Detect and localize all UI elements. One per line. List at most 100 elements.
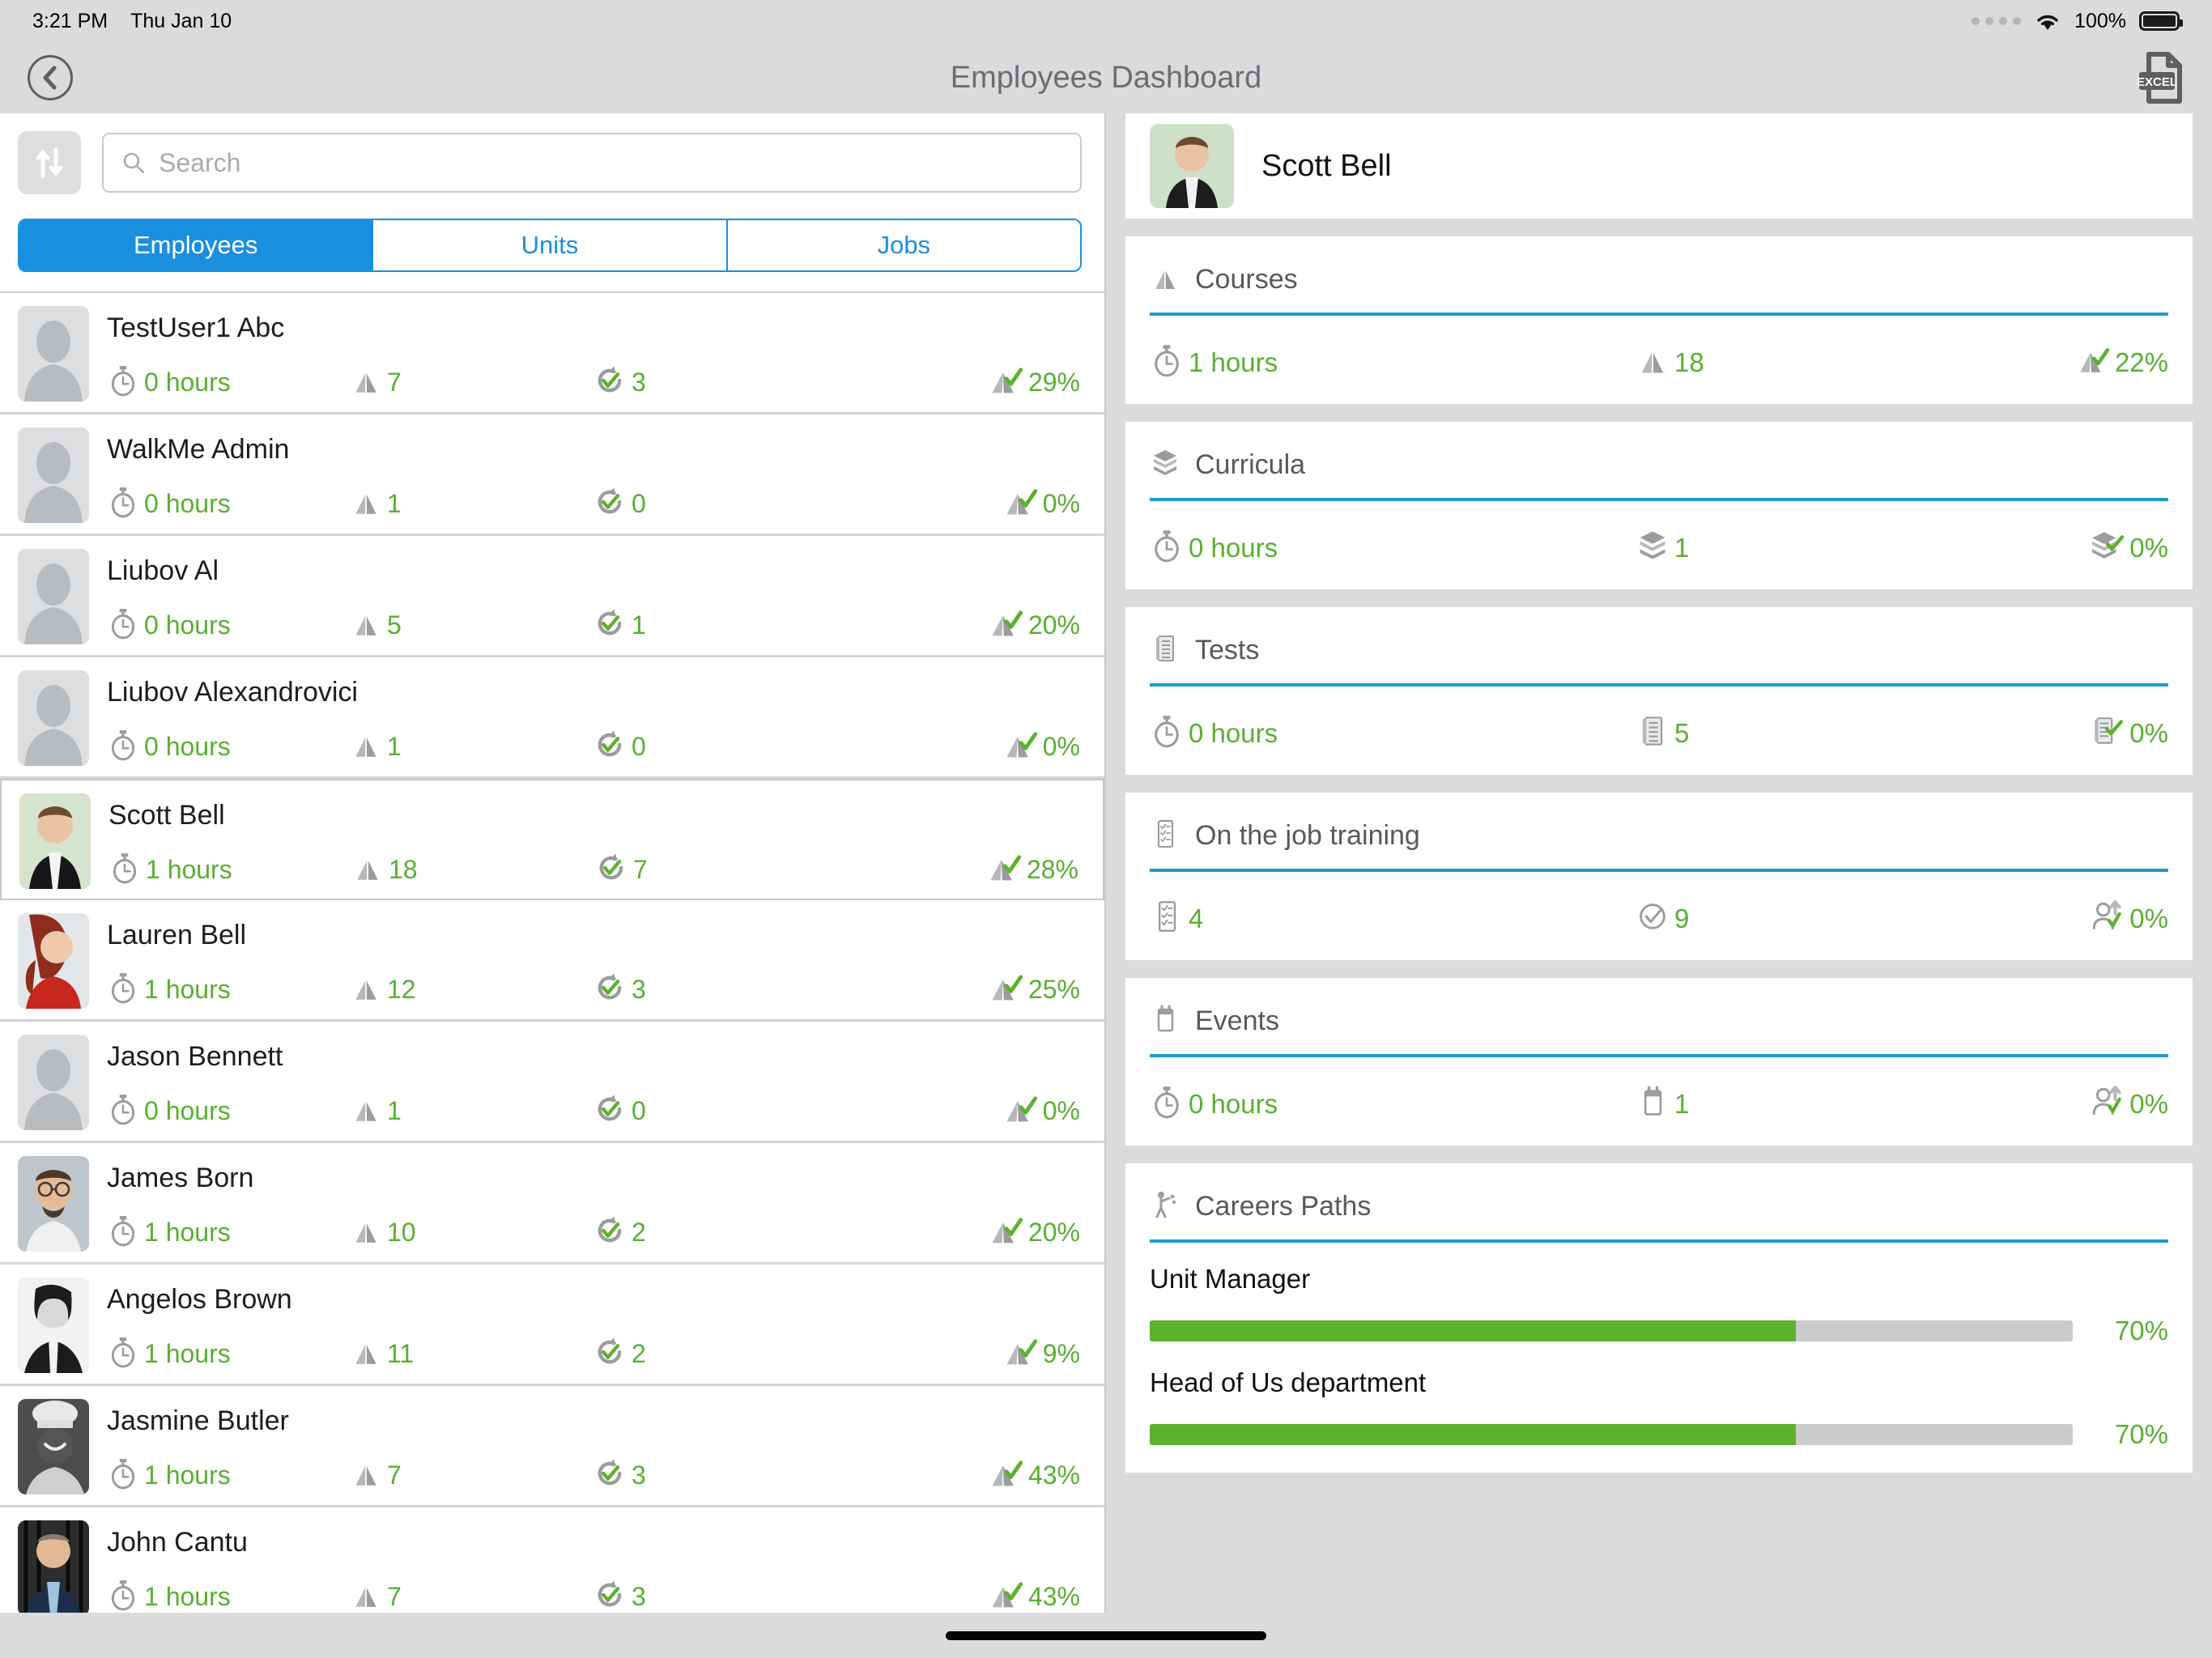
table-row[interactable]: TestUser1 Abc 0 hours 7 3 29%: [0, 293, 1104, 414]
tab-employees[interactable]: Employees: [19, 220, 374, 270]
stat-progress-value: 43%: [1027, 1460, 1080, 1490]
refresh-check-icon: [593, 363, 627, 402]
stat-completed-value: 0: [632, 1096, 646, 1125]
stat-progress-value: 25%: [1027, 975, 1080, 1004]
stat-progress: 0%: [1002, 484, 1080, 524]
employee-stats: 1 hours 10 2 20%: [107, 1213, 1080, 1252]
back-button[interactable]: [28, 55, 73, 100]
open-book-icon: [350, 607, 382, 644]
tab-units[interactable]: Units: [373, 220, 728, 270]
card-divider: [1150, 1054, 2168, 1057]
refresh-check-icon: [593, 1456, 627, 1494]
card-stat: 9: [1636, 899, 2091, 937]
card-header: Curricula: [1150, 440, 2168, 490]
refresh-check-icon: [594, 851, 628, 889]
table-row[interactable]: Jasmine Butler 1 hours 7 3 43%: [0, 1386, 1104, 1507]
person-check-icon: [2091, 899, 2125, 937]
main-content: Employees Units Jobs TestUser1 Abc 0 hou…: [0, 113, 2212, 1613]
stat-completed-value: 1: [632, 610, 646, 640]
open-book-icon: [350, 1579, 382, 1613]
table-row[interactable]: James Born 1 hours 10 2 20%: [0, 1143, 1104, 1265]
card-stat: 0%: [2091, 529, 2168, 567]
stat-progress: 20%: [988, 1213, 1080, 1252]
table-row[interactable]: Angelos Brown 1 hours 11 2 9%: [0, 1265, 1104, 1386]
card-title: Tests: [1195, 634, 1260, 665]
stat-progress-value: 20%: [1027, 1218, 1080, 1247]
book-check-icon: [988, 1213, 1023, 1252]
search-field-wrapper[interactable]: [102, 133, 1082, 193]
avatar: [18, 1399, 89, 1494]
stat-completed: 3: [593, 971, 836, 1009]
tab-jobs[interactable]: Jobs: [727, 220, 1080, 270]
detail-card: Curricula 0 hours 1 0%: [1125, 422, 2193, 589]
detail-card: Tests 0 hours 5 0%: [1125, 607, 2193, 775]
employee-name: Jason Bennett: [107, 1041, 283, 1072]
book-check-icon: [2076, 343, 2110, 381]
table-row[interactable]: Jason Bennett 0 hours 1 0 0%: [0, 1022, 1104, 1143]
stat-hours: 0 hours: [107, 1093, 350, 1129]
stat-hours-value: 0 hours: [144, 1096, 231, 1125]
detail-card: Events 0 hours 1 0%: [1125, 978, 2193, 1146]
card-stat-value: 1: [1674, 532, 1690, 563]
open-book-icon: [350, 971, 382, 1008]
stat-completed: 7: [594, 851, 837, 889]
career-path-row: Unit Manager 70%: [1150, 1264, 2168, 1346]
stat-hours-value: 0 hours: [144, 732, 231, 761]
tab-units-label: Units: [521, 231, 579, 259]
stat-completed: 1: [593, 606, 836, 644]
stat-completed-value: 2: [632, 1339, 646, 1368]
career-path-row: Head of Us department 70%: [1150, 1367, 2168, 1450]
stat-progress: 9%: [1002, 1334, 1080, 1374]
stopwatch-icon: [107, 607, 139, 644]
career-path-progress: 70%: [1150, 1419, 2168, 1450]
detail-sections: Courses 1 hours 18 22% Curricula 0 hours…: [1125, 236, 2193, 1473]
employee-name: Lauren Bell: [107, 920, 247, 950]
stat-progress: 20%: [988, 606, 1080, 645]
book-check-icon: [1002, 1334, 1038, 1374]
card-stat-value: 1 hours: [1189, 346, 1278, 377]
stat-courses-value: 1: [387, 732, 402, 761]
home-indicator[interactable]: [946, 1630, 1266, 1640]
stat-progress-value: 28%: [1026, 855, 1078, 884]
career-path-name: Head of Us department: [1150, 1367, 1427, 1397]
export-excel-button[interactable]: EXCEL: [2138, 51, 2184, 104]
calendar-icon: [1636, 1085, 1670, 1123]
table-row[interactable]: Lauren Bell 1 hours 12 3 25%: [0, 900, 1104, 1022]
table-row[interactable]: WalkMe Admin 0 hours 1 0 0%: [0, 414, 1104, 536]
stat-completed-value: 2: [632, 1218, 646, 1247]
avatar: [18, 549, 89, 644]
stat-progress: 0%: [1002, 727, 1080, 767]
refresh-check-icon: [593, 1092, 627, 1130]
career-path-icon: [1150, 1189, 1180, 1224]
refresh-check-icon: [593, 485, 627, 523]
table-row[interactable]: Liubov Alexandrovici 0 hours 1 0 0%: [0, 657, 1104, 779]
stat-progress-value: 43%: [1027, 1582, 1080, 1611]
stat-progress-value: 29%: [1027, 368, 1080, 397]
stat-hours: 1 hours: [107, 1336, 350, 1372]
detail-card: Courses 1 hours 18 22%: [1125, 236, 2193, 404]
search-input[interactable]: [159, 147, 1062, 178]
stat-completed-value: 3: [632, 1460, 646, 1490]
card-title: Courses: [1195, 263, 1298, 295]
card-stat: 1: [1636, 1085, 2091, 1123]
employee-name: WalkMe Admin: [107, 434, 290, 465]
employee-name: John Cantu: [107, 1527, 248, 1558]
card-title: Careers Paths: [1195, 1190, 1372, 1222]
table-row[interactable]: John Cantu 1 hours 7 3 43%: [0, 1507, 1104, 1613]
table-row[interactable]: Liubov Al 0 hours 5 1 20%: [0, 536, 1104, 657]
card-stats: 1 hours 18 22%: [1150, 343, 2168, 381]
stat-progress-value: 0%: [1042, 489, 1080, 518]
open-book-icon: [1150, 262, 1180, 297]
chevron-left-icon: [43, 66, 57, 90]
stat-progress-value: 9%: [1042, 1339, 1080, 1368]
card-stat-value: 0%: [2129, 717, 2168, 748]
stat-courses: 5: [350, 607, 593, 644]
sort-button[interactable]: [18, 131, 81, 194]
stat-progress: 25%: [988, 970, 1080, 1010]
card-divider: [1150, 869, 2168, 872]
employee-stats: 1 hours 12 3 25%: [107, 970, 1080, 1010]
test-sheet-icon: [1150, 633, 1180, 668]
card-divider: [1150, 683, 2168, 687]
table-row[interactable]: Scott Bell 1 hours 18 7 28%: [0, 779, 1104, 900]
employee-list[interactable]: TestUser1 Abc 0 hours 7 3 29% WalkMe Adm…: [0, 291, 1104, 1613]
